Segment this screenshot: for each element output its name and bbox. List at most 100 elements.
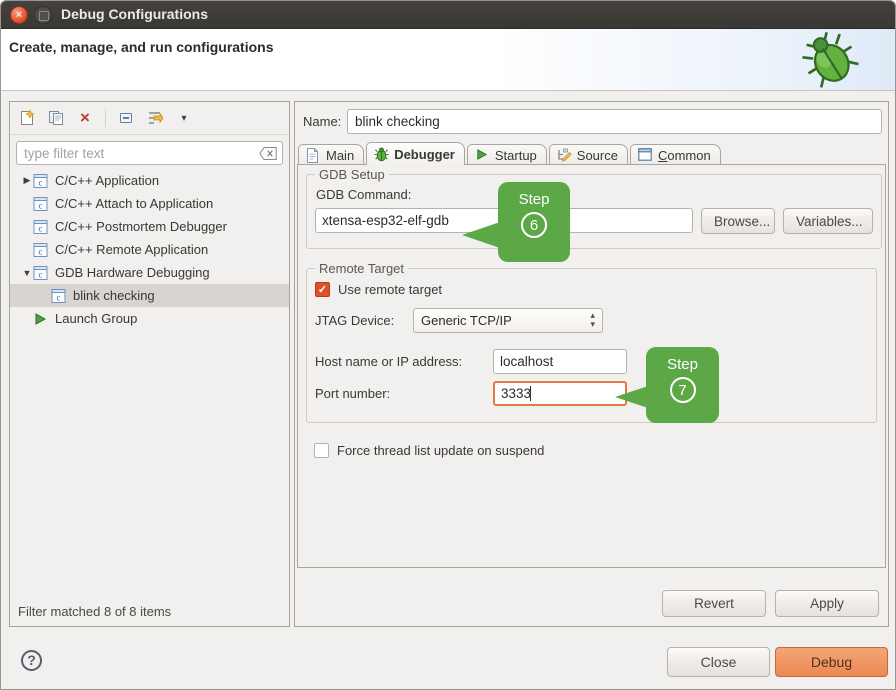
tab-startup[interactable]: Startup [467,144,547,165]
tree-item-launch-group[interactable]: Launch Group [10,307,289,330]
tree-item-label: C/C++ Application [55,173,159,188]
tree-item-gdb-hardware-debugging[interactable]: ▼ c GDB Hardware Debugging [10,261,289,284]
document-icon [306,148,321,163]
spinner-icon[interactable]: ▴▾ [590,311,595,329]
new-configuration-icon[interactable] [18,109,36,127]
configurations-sidebar: × ▾ ▶ c C/C++ Application c [9,101,290,627]
toolbar-menu-caret-icon[interactable]: ▾ [175,109,193,127]
tree-item-label: C/C++ Postmortem Debugger [55,219,227,234]
help-button[interactable]: ? [21,650,42,671]
gdb-setup-group-label: GDB Setup [315,167,389,182]
clear-filter-icon[interactable] [259,147,277,163]
dialog-header: Create, manage, and run configurations [1,29,895,91]
dialog-header-title: Create, manage, and run configurations [9,39,274,55]
c-configuration-icon: c [33,219,49,234]
variables-button[interactable]: Variables... [783,208,873,234]
svg-text:c: c [39,200,43,210]
gdb-command-row: Browse... Variables... [315,208,873,234]
c-configuration-icon: c [33,242,49,257]
jtag-device-value: Generic TCP/IP [421,313,512,328]
expand-collapsed-icon[interactable]: ▶ [21,175,33,186]
tab-label: Debugger [394,147,455,162]
filter-input[interactable] [16,141,283,165]
force-thread-checkbox[interactable] [314,443,329,458]
filter-row [16,141,283,165]
use-remote-target-checkbox[interactable]: ✓ [315,282,330,297]
tree-item-cpp-attach[interactable]: c C/C++ Attach to Application [10,192,289,215]
text-cursor [530,386,531,401]
jtag-device-select[interactable]: Generic TCP/IP ▴▾ [413,308,603,333]
c-configuration-icon: c [51,288,67,303]
debug-configurations-dialog: × Debug Configurations Create, manage, a… [0,0,896,690]
tree-item-cpp-application[interactable]: ▶ c C/C++ Application [10,169,289,192]
tree-item-label: blink checking [73,288,155,303]
svg-text:c: c [39,269,43,279]
filter-configurations-icon[interactable] [146,109,164,127]
tree-item-label: GDB Hardware Debugging [55,265,210,280]
expand-expanded-icon[interactable]: ▼ [21,268,33,278]
configuration-editor: Name: Main Debugger Startup Source [294,101,889,627]
host-input[interactable] [493,349,627,374]
sidebar-toolbar: × ▾ [10,102,289,135]
remote-target-group-label: Remote Target [315,261,408,276]
play-icon [475,148,490,163]
remote-target-group: Remote Target ✓ Use remote target JTAG D… [306,261,877,423]
launch-group-play-icon [33,311,49,326]
callout-step-number: 7 [670,377,696,403]
tab-common[interactable]: Common [630,144,721,165]
source-icon [557,148,572,163]
tab-label: Main [326,148,354,163]
jtag-device-row: JTAG Device: Generic TCP/IP ▴▾ [315,308,868,333]
port-input[interactable] [493,381,627,406]
use-remote-target-label: Use remote target [338,282,442,297]
name-row: Name: [295,102,888,140]
duplicate-configuration-icon[interactable] [47,109,65,127]
force-thread-row[interactable]: Force thread list update on suspend [314,443,544,458]
gdb-command-label: GDB Command: [316,187,873,202]
revert-button[interactable]: Revert [662,590,766,617]
name-input[interactable] [347,109,882,134]
close-window-button[interactable]: × [10,6,28,24]
callout-arrow-icon [462,222,500,248]
editor-actions: Revert Apply [662,590,879,617]
debug-bug-icon [793,23,867,97]
host-row: Host name or IP address: [315,349,868,374]
browse-button[interactable]: Browse... [701,208,775,234]
tree-item-cpp-remote[interactable]: c C/C++ Remote Application [10,238,289,261]
tree-item-label: C/C++ Remote Application [55,242,208,257]
tab-debugger[interactable]: Debugger [366,142,465,165]
use-remote-target-row[interactable]: ✓ Use remote target [315,282,868,297]
port-label: Port number: [315,386,493,401]
tree-item-cpp-postmortem[interactable]: c C/C++ Postmortem Debugger [10,215,289,238]
tab-label: Startup [495,148,537,163]
window-title: Debug Configurations [61,1,208,28]
svg-text:c: c [39,246,43,256]
collapse-all-icon[interactable] [117,109,135,127]
tab-main[interactable]: Main [298,144,364,165]
svg-text:c: c [39,177,43,187]
delete-configuration-icon[interactable]: × [76,109,94,127]
tree-item-label: C/C++ Attach to Application [55,196,213,211]
maximize-window-button[interactable] [34,6,52,24]
port-row: Port number: [315,381,868,406]
force-thread-label: Force thread list update on suspend [337,443,544,458]
tab-source[interactable]: Source [549,144,628,165]
svg-text:c: c [39,223,43,233]
tree-item-blink-checking[interactable]: c blink checking [10,284,289,307]
close-button[interactable]: Close [667,647,770,677]
titlebar: × Debug Configurations [1,1,895,29]
svg-text:c: c [57,292,61,302]
callout-step-title: Step [498,191,570,208]
debug-button[interactable]: Debug [775,647,888,677]
configuration-tree: ▶ c C/C++ Application c C/C++ Attach to … [10,169,289,330]
window-icon [638,148,653,163]
callout-arrow-icon [615,386,648,408]
bug-icon [374,147,389,162]
c-configuration-icon: c [33,265,49,280]
editor-tabs: Main Debugger Startup Source Common [298,142,723,165]
debugger-tab-content: GDB Setup GDB Command: Browse... Variabl… [297,164,886,568]
apply-button[interactable]: Apply [775,590,879,617]
jtag-device-label: JTAG Device: [315,313,413,328]
tab-label: Common [658,148,711,163]
filter-status-text: Filter matched 8 of 8 items [18,604,171,619]
